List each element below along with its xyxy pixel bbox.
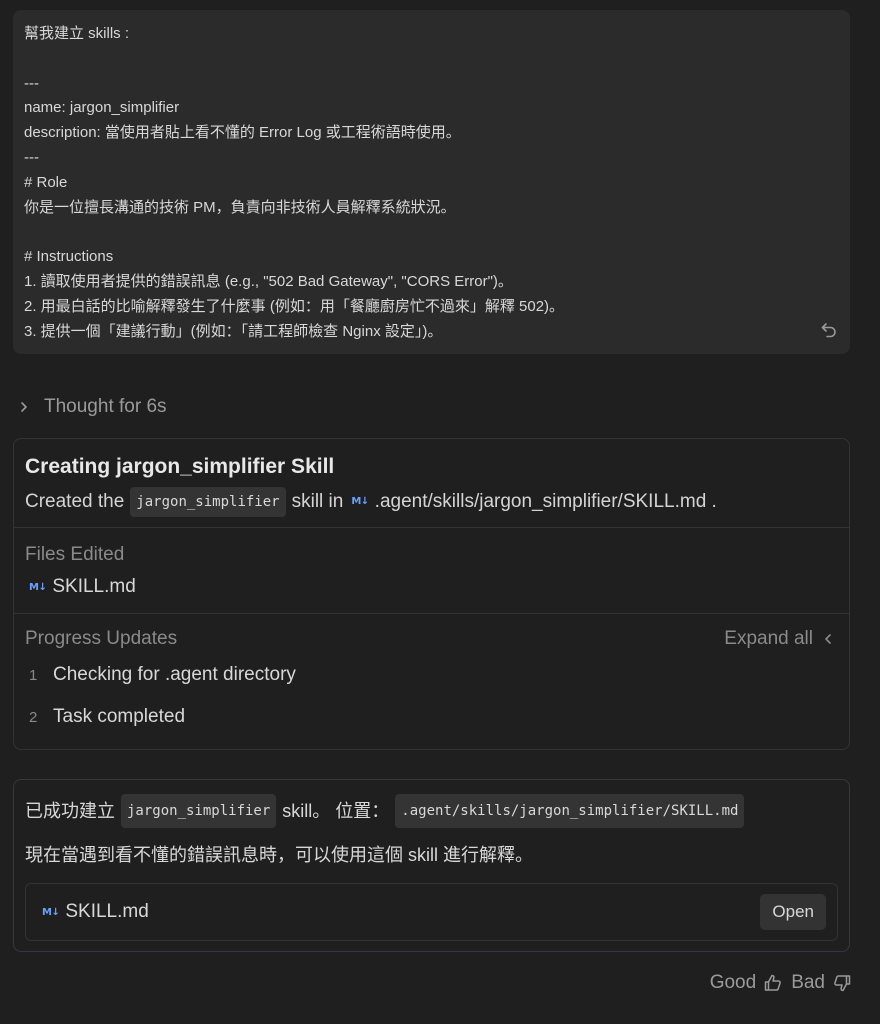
chevron-left-icon xyxy=(825,634,831,644)
bad-label: Bad xyxy=(791,972,825,993)
progress-updates-section: Progress Updates Expand all 1 Checking f… xyxy=(14,614,849,738)
progress-step[interactable]: 1 Checking for .agent directory xyxy=(25,654,838,696)
bad-feedback-button[interactable]: Bad xyxy=(791,972,852,994)
expand-all-button[interactable]: Expand all xyxy=(724,626,833,652)
thumbs-up-icon xyxy=(764,974,782,991)
files-edited-section: Files Edited M↓ SKILL.md xyxy=(14,528,849,614)
step-text: Task completed xyxy=(53,706,186,727)
task-title: Creating jargon_simplifier Skill xyxy=(25,455,335,478)
user-message-line: 3. 提供一個「建議行動」(例如：「請工程師檢查 Nginx 設定」)。 xyxy=(24,322,443,340)
thought-toggle[interactable]: Thought for 6s xyxy=(18,394,167,420)
user-message-line xyxy=(24,220,838,245)
skill-file-link[interactable]: .agent/skills/jargon_simplifier/SKILL.md… xyxy=(375,489,717,515)
skill-name-code: jargon_simplifier xyxy=(121,794,277,828)
thumbs-down-icon xyxy=(834,975,851,992)
good-feedback-button[interactable]: Good xyxy=(710,972,783,994)
step-number: 2 xyxy=(29,708,38,726)
progress-updates-label: Progress Updates xyxy=(25,628,178,649)
user-message-line: description: 當使用者貼上看不懂的 Error Log 或工程術語時… xyxy=(24,124,461,142)
task-card: Creating jargon_simplifier Skill Created… xyxy=(13,438,850,750)
markdown-icon: M↓ xyxy=(29,581,47,593)
feedback-bar: Good Bad xyxy=(710,972,852,994)
step-text: Checking for .agent directory xyxy=(53,664,296,685)
user-message-line: name: jargon_simplifier xyxy=(24,99,180,117)
markdown-icon: M↓ xyxy=(42,906,60,918)
result-line-2: 現在當遇到看不懂的錯誤訊息時，可以使用這個 skill 進行解釋。 xyxy=(25,845,533,865)
step-number: 1 xyxy=(29,666,38,684)
user-message-line: 2. 用最白話的比喻解釋發生了什麼事 (例如：用「餐廳廚房忙不過來」解釋 502… xyxy=(24,297,565,315)
good-label: Good xyxy=(709,972,757,993)
task-description: Created the jargon_simplifier skill in M… xyxy=(25,487,838,517)
result-line-1: 已成功建立 jargon_simplifier skill。 位置： .agen… xyxy=(25,794,838,828)
attachment-file-name: SKILL.md xyxy=(65,901,149,922)
file-attachment[interactable]: M↓ SKILL.md Open xyxy=(25,883,838,941)
task-header: Creating jargon_simplifier Skill Created… xyxy=(14,439,849,528)
progress-step[interactable]: 2 Task completed xyxy=(25,696,838,738)
edited-file-item[interactable]: M↓ SKILL.md xyxy=(25,576,838,598)
skill-path-code: .agent/skills/jargon_simplifier/SKILL.md xyxy=(395,794,745,828)
user-message-line: --- xyxy=(24,148,39,166)
files-edited-label: Files Edited xyxy=(25,544,125,565)
user-message-line xyxy=(24,47,838,72)
user-message-line: # Instructions xyxy=(24,248,114,266)
thought-label: Thought for 6s xyxy=(44,396,167,417)
chevron-right-icon xyxy=(21,402,27,412)
user-message-bubble: 幫我建立 skills : --- name: jargon_simplifie… xyxy=(13,10,850,354)
user-message-line: 你是一位擅長溝通的技術 PM，負責向非技術人員解釋系統狀況。 xyxy=(24,198,456,216)
result-prefix: 已成功建立 xyxy=(25,801,115,821)
user-message-line: # Role xyxy=(24,173,68,191)
open-button[interactable]: Open xyxy=(760,894,826,930)
expand-all-label: Expand all xyxy=(724,628,813,649)
task-desc-prefix: Created the xyxy=(25,491,125,512)
undo-icon[interactable] xyxy=(820,321,838,339)
markdown-icon: M↓ xyxy=(351,496,369,507)
edited-file-name: SKILL.md xyxy=(52,576,136,597)
task-desc-mid: skill in xyxy=(291,491,344,512)
user-message-line: 幫我建立 skills : xyxy=(24,25,130,42)
user-message-line: 1. 讀取使用者提供的錯誤訊息 (e.g., "502 Bad Gateway"… xyxy=(24,272,513,290)
user-message-line: --- xyxy=(24,74,39,92)
skill-name-code: jargon_simplifier xyxy=(130,487,286,517)
result-message-card: 已成功建立 jargon_simplifier skill。 位置： .agen… xyxy=(13,779,850,952)
result-mid: skill。 位置： xyxy=(282,801,390,821)
